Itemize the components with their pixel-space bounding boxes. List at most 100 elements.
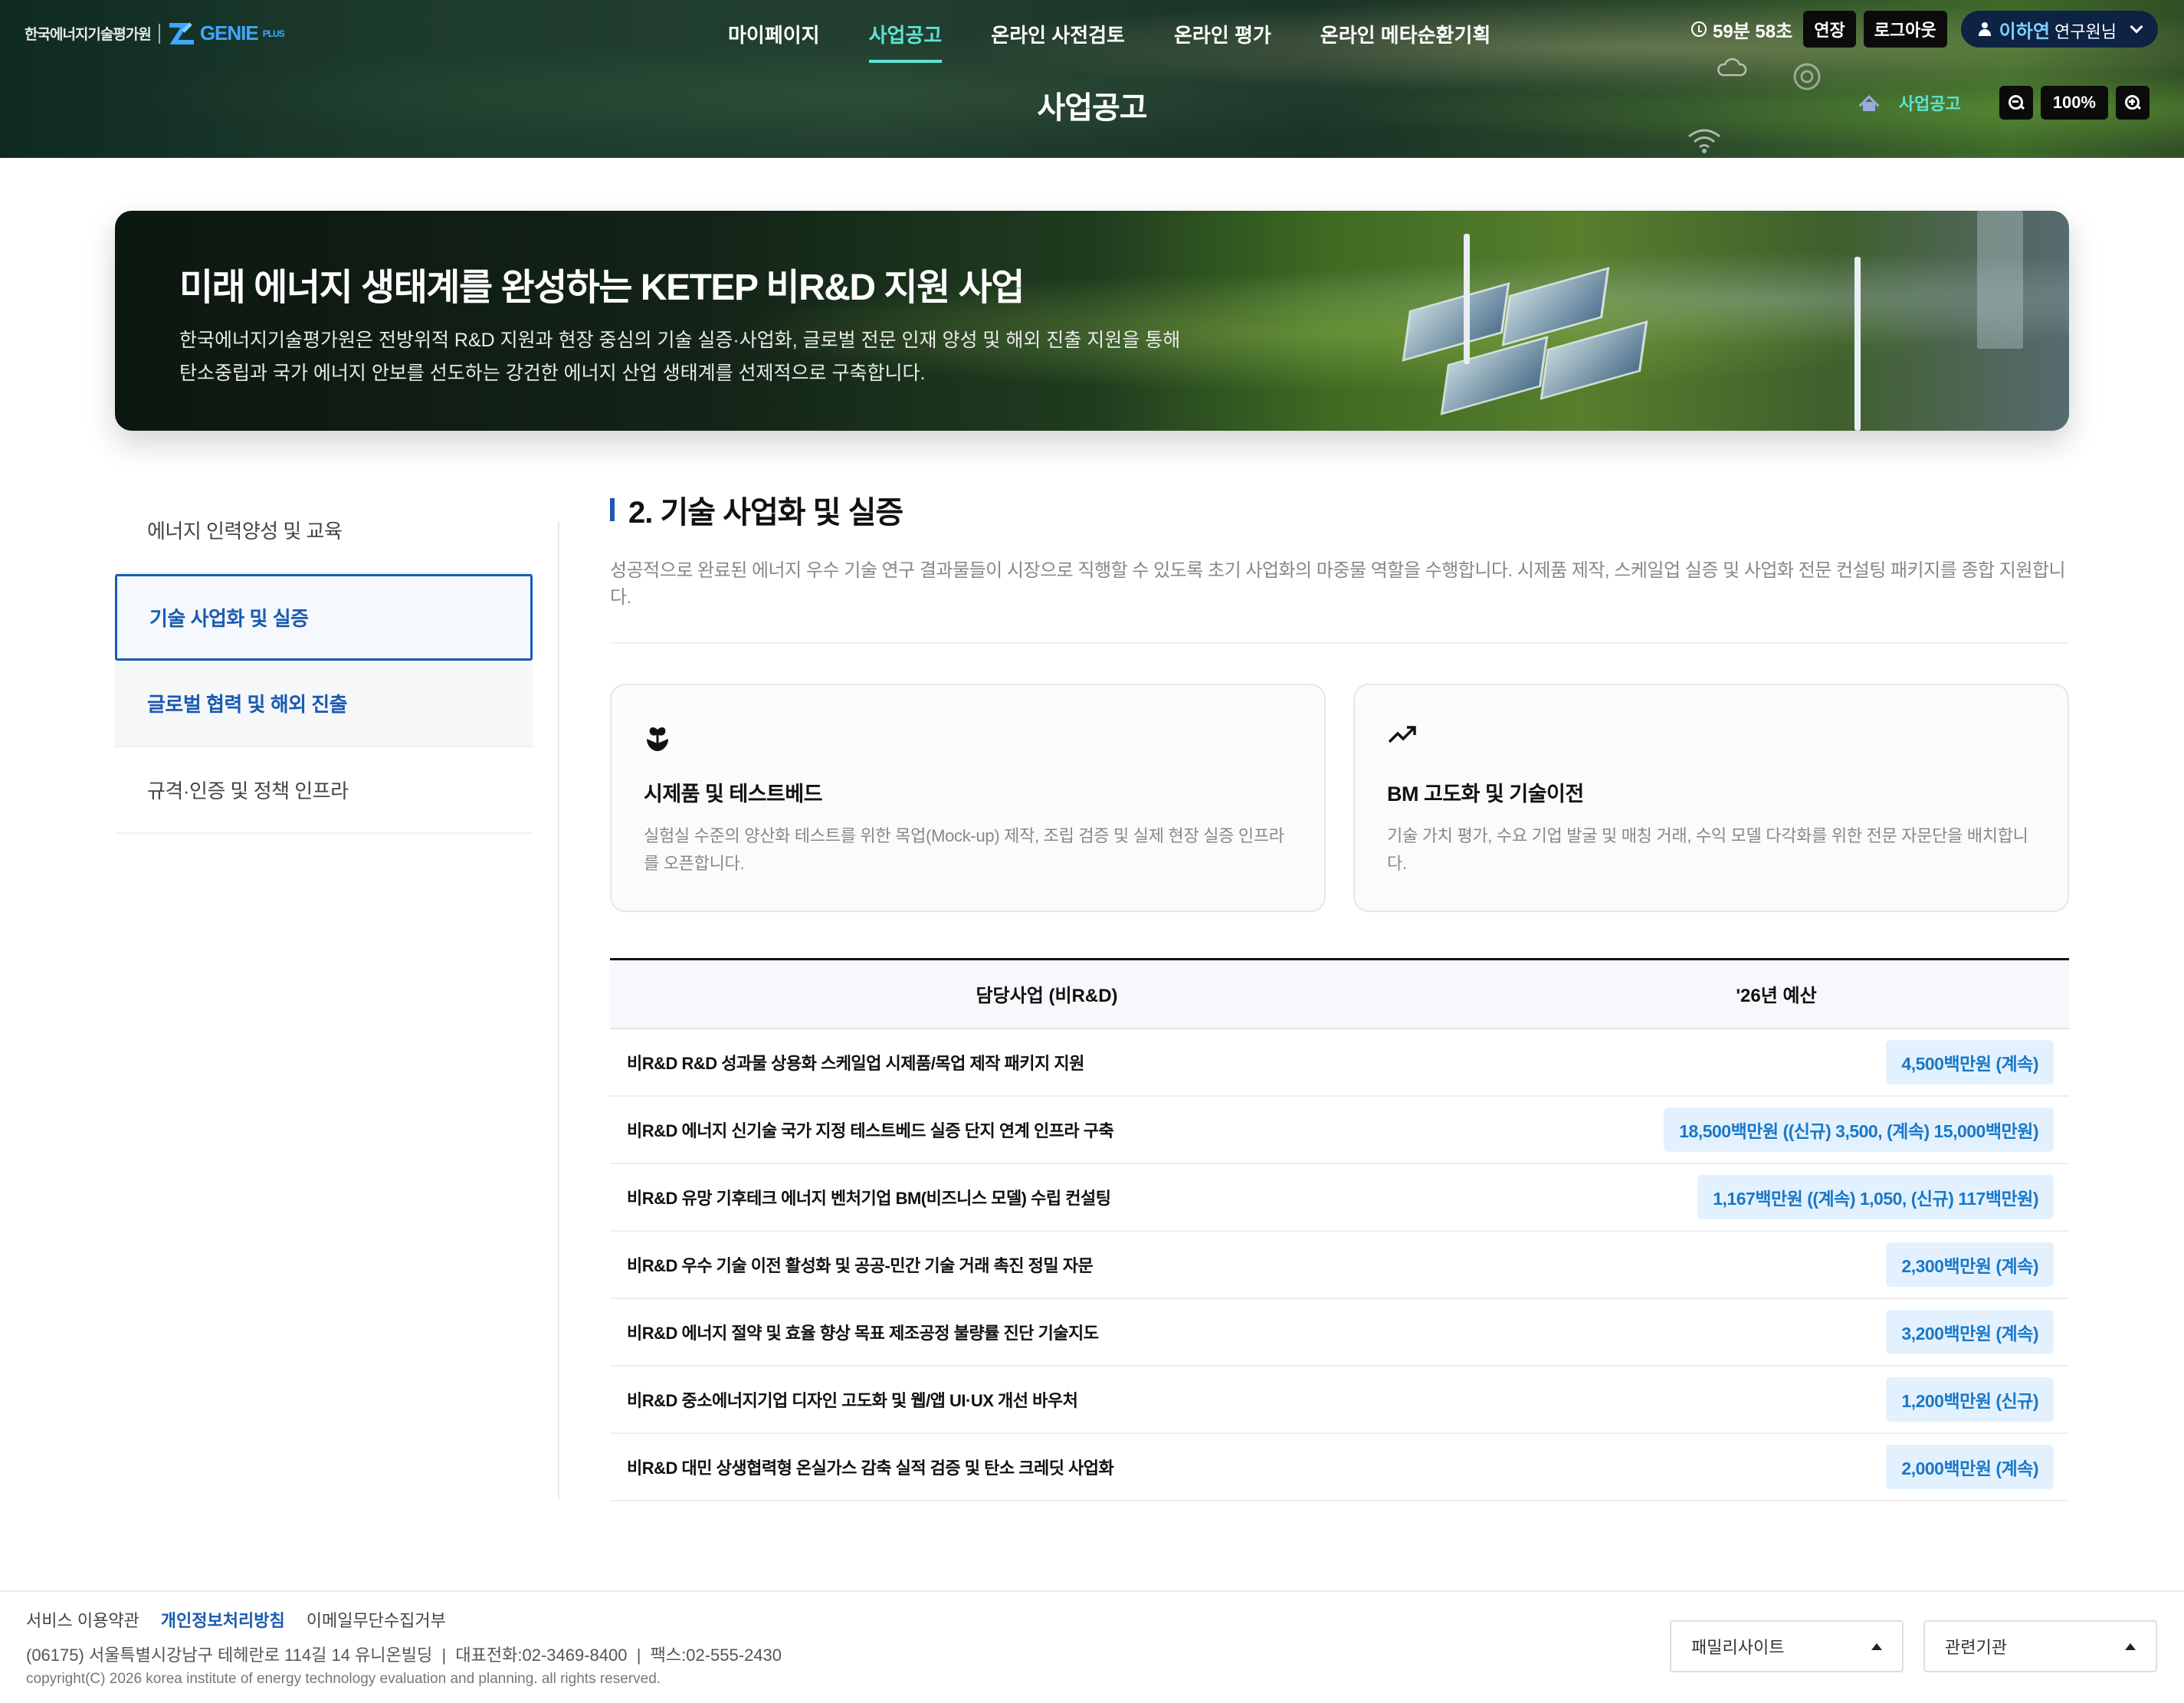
nav-online-pre-review[interactable]: 온라인 사전검토 (966, 17, 1149, 51)
budget-cell: 1,200백만원 (신규) (1484, 1365, 2069, 1434)
related-org-select[interactable]: 관련기관 (1923, 1620, 2157, 1672)
budget-badge: 2,300백만원 (계속) (1886, 1242, 2054, 1287)
nav-mypage[interactable]: 마이페이지 (703, 17, 844, 51)
program-name: 비R&D 에너지 신기술 국가 지정 테스트베드 실증 단지 연계 인프라 구축 (610, 1095, 1484, 1164)
sidebar-item-label: 글로벌 협력 및 해외 진출 (147, 693, 348, 716)
ketep-logo: 한국에너지기술평가원 (25, 27, 152, 43)
nav-business-notice[interactable]: 사업공고 (844, 17, 967, 63)
section-title: 2. 기술 사업화 및 실증 (610, 487, 2069, 532)
feature-card-title: 시제품 및 테스트베드 (644, 783, 823, 806)
sidebar-item-label: 기술 사업화 및 실증 (149, 607, 309, 630)
zoom-level: 100% (2040, 86, 2108, 120)
family-site-label: 패밀리사이트 (1691, 1638, 1785, 1657)
banner-title: 미래 에너지 생태계를 완성하는 KETEP 비R&D 지원 사업 (179, 267, 1025, 308)
site-header: 한국에너지기술평가원 GENIE PLUS 마이페이지 사업공고 온라인 사전검토… (0, 0, 2184, 158)
feature-card: 시제품 및 테스트베드 실험실 수준의 양산화 테스트를 위한 목업(Mock-… (610, 684, 1326, 912)
budget-cell: 1,167백만원 ((계속) 1,050, (신규) 117백만원) (1484, 1163, 2069, 1232)
genie-plus-logo: GENIE PLUS (168, 21, 285, 45)
genie-logo-mark-icon (169, 21, 194, 44)
table-row: 비R&D 에너지 신기술 국가 지정 테스트베드 실증 단지 연계 인프라 구축… (610, 1095, 2069, 1164)
logo[interactable]: 한국에너지기술평가원 GENIE PLUS (25, 21, 285, 45)
program-name: 비R&D R&D 성과물 상용화 스케일업 시제품/목업 제작 패키지 지원 (610, 1028, 1484, 1097)
chevron-down-icon (2130, 20, 2143, 34)
table-row: 비R&D 에너지 절약 및 효율 향상 목표 제조공정 불량률 진단 기술지도 3… (610, 1298, 2069, 1367)
sidebar-item-energy-training[interactable]: 에너지 인력양성 및 교육 (115, 487, 533, 574)
column-header-program: 담당사업 (비R&D) (610, 959, 1484, 1029)
family-site-select[interactable]: 패밀리사이트 (1670, 1620, 1904, 1672)
caret-up-icon (1871, 1642, 1882, 1650)
user-name: 이하연 (1999, 21, 2050, 42)
feature-card: BM 고도화 및 기술이전 기술 가치 평가, 수요 기업 발굴 및 매칭 거래… (1353, 684, 2069, 912)
budget-badge: 18,500백만원 ((신규) 3,500, (계속) 15,000백만원) (1664, 1107, 2054, 1152)
sidebar-item-label: 에너지 인력양성 및 교육 (147, 520, 343, 543)
user-suffix: 연구원님 (2054, 21, 2117, 41)
trending-up-icon (1387, 724, 2035, 754)
footer-link-privacy[interactable]: 개인정보처리방침 (161, 1607, 285, 1632)
table-row: 비R&D 대민 상생협력형 온실가스 감축 실적 검증 및 탄소 크레딧 사업화… (610, 1432, 2069, 1501)
user-icon (1978, 22, 1992, 36)
budget-table: 담당사업 (비R&D) '26년 예산 비R&D R&D 성과물 상용화 스케일… (610, 958, 2069, 1501)
column-header-budget: '26년 예산 (1484, 959, 2069, 1029)
budget-cell: 2,300백만원 (계속) (1484, 1230, 2069, 1299)
feature-cards: 시제품 및 테스트베드 실험실 수준의 양산화 테스트를 위한 목업(Mock-… (610, 684, 2069, 912)
program-name: 비R&D 중소에너지기업 디자인 고도화 및 웹/앱 UI·UX 개선 바우처 (610, 1365, 1484, 1434)
main-nav: 마이페이지 사업공고 온라인 사전검토 온라인 평가 온라인 메타순환기획 (703, 17, 1516, 63)
logo-divider (158, 23, 160, 44)
zoom-out-icon (2008, 95, 2024, 110)
footer-links: 서비스 이용약관 개인정보처리방침 이메일무단수집거부 (26, 1607, 446, 1632)
footer-link-terms[interactable]: 서비스 이용약관 (26, 1607, 139, 1632)
genie-logo-text: GENIE (199, 21, 259, 44)
budget-badge: 4,500백만원 (계속) (1886, 1039, 2054, 1084)
zoom-in-button[interactable] (2116, 86, 2150, 120)
cloud-icon (1717, 57, 1747, 77)
budget-badge: 3,200백만원 (계속) (1886, 1309, 2054, 1354)
program-name: 비R&D 대민 상생협력형 온실가스 감축 실적 검증 및 탄소 크레딧 사업화 (610, 1432, 1484, 1501)
banner-description-line-1: 한국에너지기술평가원은 전방위적 R&D 지원과 현장 중심의 기술 실증·사업… (179, 330, 1181, 351)
sidebar-item-global-cooperation[interactable]: 글로벌 협력 및 해외 진출 (115, 661, 533, 747)
feature-card-desc: 실험실 수준의 양산화 테스트를 위한 목업(Mock-up) 제작, 조립 검… (644, 826, 1284, 873)
budget-cell: 4,500백만원 (계속) (1484, 1028, 2069, 1097)
sprout-icon (644, 724, 1292, 754)
table-row: 비R&D 중소에너지기업 디자인 고도화 및 웹/앱 UI·UX 개선 바우처 1… (610, 1365, 2069, 1434)
logout-button[interactable]: 로그아웃 (1863, 11, 1947, 48)
utility-bar: 59분 58초 연장 로그아웃 이하연 연구원님 (1690, 11, 2158, 48)
sidebar-item-standards-policy[interactable]: 규격·인증 및 정책 인프라 (115, 747, 533, 834)
section-title-text: 2. 기술 사업화 및 실증 (628, 496, 903, 530)
session-timer: 59분 58초 (1690, 16, 1792, 43)
footer-address: (06175) 서울특별시강남구 테헤란로 114길 14 유니온빌딩 | 대표… (26, 1646, 782, 1665)
zoom-in-icon (2125, 95, 2140, 110)
breadcrumb: 사업공고 100% (1859, 86, 2150, 120)
sidebar-item-commercialization[interactable]: 기술 사업화 및 실증 (115, 574, 533, 661)
banner-description: 한국에너지기술평가원은 전방위적 R&D 지원과 현장 중심의 기술 실증·사업… (179, 324, 1191, 390)
nav-online-evaluation[interactable]: 온라인 평가 (1149, 17, 1296, 51)
user-menu[interactable]: 이하연 연구원님 (1960, 11, 2158, 48)
wifi-icon (1688, 129, 1720, 153)
extend-session-button[interactable]: 연장 (1803, 11, 1856, 48)
budget-badge: 2,000백만원 (계속) (1886, 1444, 2054, 1489)
program-name: 비R&D 유망 기후테크 에너지 벤처기업 BM(비즈니스 모델) 수립 컨설팅 (610, 1163, 1484, 1232)
footer-link-email-policy[interactable]: 이메일무단수집거부 (307, 1607, 446, 1632)
budget-cell: 3,200백만원 (계속) (1484, 1298, 2069, 1367)
sidebar: 에너지 인력양성 및 교육 기술 사업화 및 실증 글로벌 협력 및 해외 진출… (115, 487, 533, 834)
program-name: 비R&D 우수 기술 이전 활성화 및 공공-민간 기술 거래 촉진 정밀 자문 (610, 1230, 1484, 1299)
banner-description-line-2: 탄소중립과 국가 에너지 안보를 선도하는 강건한 에너지 산업 생태계를 선제… (179, 363, 926, 384)
caret-up-icon (2125, 1642, 2136, 1650)
budget-cell: 18,500백만원 ((신규) 3,500, (계속) 15,000백만원) (1484, 1095, 2069, 1164)
program-name: 비R&D 에너지 절약 및 효율 향상 목표 제조공정 불량률 진단 기술지도 (610, 1298, 1484, 1367)
budget-cell: 2,000백만원 (계속) (1484, 1432, 2069, 1501)
nav-online-meta-planning[interactable]: 온라인 메타순환기획 (1296, 17, 1516, 51)
clock-icon (1690, 21, 1707, 37)
content-divider (558, 521, 559, 1499)
sidebar-item-label: 규격·인증 및 정책 인프라 (147, 779, 349, 802)
home-icon[interactable] (1859, 94, 1879, 111)
site-footer: 서비스 이용약관 개인정보처리방침 이메일무단수집거부 (06175) 서울특별… (0, 1590, 2184, 1703)
section-description: 성공적으로 완료된 에너지 우수 기술 연구 결과물들이 시장으로 직행할 수 … (610, 555, 2069, 644)
page-title: 사업공고 (1037, 91, 1147, 125)
zoom-out-button[interactable] (1999, 86, 2033, 120)
feature-card-title: BM 고도화 및 기술이전 (1387, 783, 1584, 806)
budget-badge: 1,200백만원 (신규) (1886, 1377, 2054, 1422)
related-org-label: 관련기관 (1945, 1638, 2007, 1657)
hero-banner: 미래 에너지 생태계를 완성하는 KETEP 비R&D 지원 사업 한국에너지기… (115, 211, 2069, 431)
table-header-row: 담당사업 (비R&D) '26년 예산 (610, 959, 2069, 1029)
breadcrumb-current: 사업공고 (1898, 94, 1961, 113)
